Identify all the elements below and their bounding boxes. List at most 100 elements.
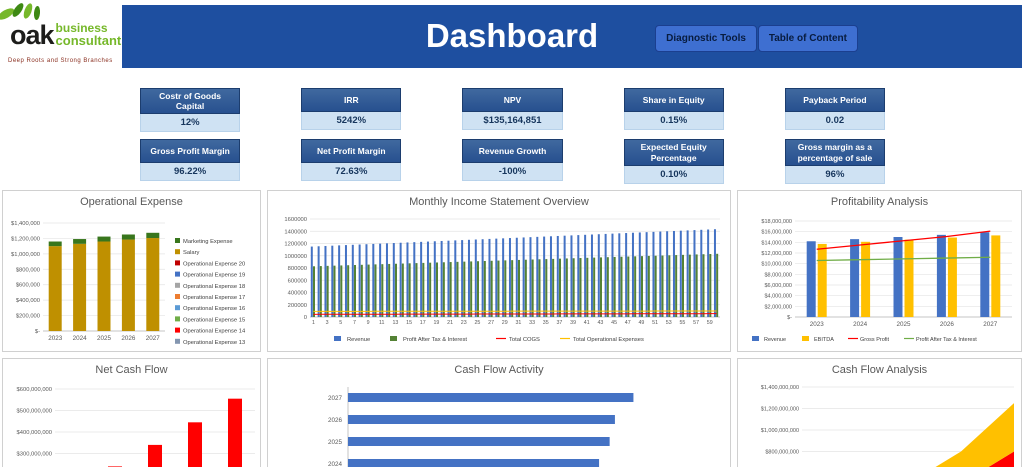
svg-text:55: 55 — [679, 320, 685, 326]
svg-text:2025: 2025 — [896, 321, 911, 328]
kpi-card: NPV $135,164,851 — [462, 88, 563, 132]
svg-text:3: 3 — [326, 320, 329, 326]
kpi-value: 72.63% — [301, 163, 402, 182]
svg-text:15: 15 — [406, 320, 412, 326]
svg-text:1200000: 1200000 — [284, 242, 307, 248]
kpi-label: Net Profit Margin — [301, 139, 402, 164]
svg-text:43: 43 — [597, 320, 603, 326]
svg-text:$1,200,000: $1,200,000 — [11, 236, 40, 242]
kpi-value: 96.22% — [140, 163, 241, 182]
svg-text:Marketing Expense: Marketing Expense — [183, 239, 233, 245]
kpi-label: NPV — [462, 88, 563, 112]
svg-text:11: 11 — [379, 320, 385, 326]
svg-text:5: 5 — [339, 320, 342, 326]
svg-text:$400,000: $400,000 — [16, 298, 40, 304]
svg-text:$2,000,000: $2,000,000 — [764, 304, 792, 310]
kpi-card: Revenue Growth -100% — [462, 139, 563, 183]
table-of-content-button[interactable]: Table of Content — [757, 25, 858, 52]
kpi-value: 0.10% — [623, 165, 724, 184]
header: oak business consultant Deep Roots and S… — [0, 0, 1024, 80]
logo-word-main: oak — [10, 20, 55, 51]
svg-text:53: 53 — [666, 320, 672, 326]
profitability-panel: Profitability Analysis $- $2,000,000 $4,00… — [737, 190, 1022, 352]
monthly-income-chart: 0 200000 400000 600000 800000 1000000 1200000 1… — [284, 217, 720, 343]
svg-text:$6,000,000: $6,000,000 — [764, 283, 792, 289]
kpi-value: 5242% — [301, 112, 402, 130]
chart-title: Operational Expense — [80, 196, 183, 208]
diagnostic-tools-button[interactable]: Diagnostic Tools — [655, 25, 757, 52]
monthly-income-panel: Monthly Income Statement Overview 0 20000… — [267, 190, 731, 352]
chart-title: Monthly Income Statement Overview — [409, 196, 589, 208]
svg-text:$16,000,000: $16,000,000 — [761, 230, 792, 236]
operational-expense-chart: $- $200,000 $400,000 $600,000 $800,000 $1,000… — [11, 221, 246, 346]
svg-text:Revenue: Revenue — [347, 337, 370, 343]
svg-text:0: 0 — [304, 315, 307, 321]
logo: oak business consultant Deep Roots and S… — [0, 2, 122, 74]
net-cash-flow-chart: $-$100,000,000$200,000,000$300,000,000$4… — [17, 387, 255, 467]
svg-text:19: 19 — [433, 320, 439, 326]
svg-text:Gross Profit: Gross Profit — [860, 337, 890, 343]
svg-text:47: 47 — [625, 320, 631, 326]
svg-text:2026: 2026 — [940, 321, 955, 328]
svg-text:17: 17 — [420, 320, 426, 326]
kpi-value: 12% — [140, 114, 241, 133]
svg-text:Revenue: Revenue — [764, 337, 786, 343]
svg-text:Operational Expense 20: Operational Expense 20 — [183, 261, 245, 267]
svg-text:2027: 2027 — [146, 335, 161, 342]
svg-text:33: 33 — [529, 320, 535, 326]
svg-text:27: 27 — [488, 320, 494, 326]
svg-text:49: 49 — [638, 320, 644, 326]
dashboard-page: oak business consultant Deep Roots and S… — [0, 0, 1024, 467]
kpi-label: Gross Profit Margin — [140, 139, 241, 164]
svg-text:13: 13 — [392, 320, 398, 326]
cash-flow-analysis-panel: Cash Flow Analysis $-$200,000,000$400,00… — [737, 358, 1022, 467]
kpi-card: Payback Period 0.02 — [784, 88, 885, 132]
svg-text:37: 37 — [556, 320, 562, 326]
svg-text:$600,000: $600,000 — [16, 283, 40, 289]
kpi-card: Gross Profit Margin 96.22% — [140, 139, 241, 183]
svg-text:57: 57 — [693, 320, 699, 326]
kpi-label: IRR — [301, 88, 402, 112]
logo-tagline: Deep Roots and Strong Branches — [8, 58, 113, 64]
svg-text:1000000: 1000000 — [284, 254, 307, 260]
charts-grid: Operational Expense $- $200,000 $400,000 $6… — [2, 190, 1022, 467]
svg-text:2027: 2027 — [328, 395, 343, 402]
kpi-label: Expected Equity Percentage — [623, 139, 724, 166]
svg-text:Operational Expense 14: Operational Expense 14 — [183, 329, 246, 335]
page-title: Dashboard — [425, 17, 599, 54]
svg-text:2023: 2023 — [810, 321, 825, 328]
svg-text:$200,000: $200,000 — [16, 314, 40, 320]
svg-text:Operational Expense 15: Operational Expense 15 — [183, 317, 245, 323]
svg-text:$4,000,000: $4,000,000 — [764, 294, 792, 300]
svg-text:400000: 400000 — [288, 291, 307, 297]
svg-text:35: 35 — [543, 320, 549, 326]
svg-text:$400,000,000: $400,000,000 — [17, 430, 52, 436]
svg-text:Total COGS: Total COGS — [509, 337, 540, 343]
kpi-card: Net Profit Margin 72.63% — [301, 139, 402, 183]
logo-word-consultant: consultant — [55, 33, 122, 48]
kpi-value: 0.02 — [784, 112, 885, 130]
svg-text:EBITDA: EBITDA — [814, 337, 834, 343]
kpi-label: Revenue Growth — [462, 139, 563, 164]
svg-text:51: 51 — [652, 320, 658, 326]
net-cash-flow-panel: Net Cash Flow $-$100,000,000$200,000,000… — [2, 358, 261, 467]
chart-title: Net Cash Flow — [95, 364, 168, 376]
cash-flow-activity-panel: Cash Flow Activity 20272026202520242023 — [267, 358, 731, 467]
svg-text:23: 23 — [461, 320, 467, 326]
svg-text:21: 21 — [447, 320, 453, 326]
svg-text:2023: 2023 — [48, 335, 63, 342]
svg-text:2025: 2025 — [328, 439, 343, 446]
svg-text:Operational Expense 18: Operational Expense 18 — [183, 284, 245, 290]
svg-text:39: 39 — [570, 320, 576, 326]
kpi-card: Gross margin as a percentage of sale 96% — [784, 139, 885, 184]
svg-text:59: 59 — [707, 320, 713, 326]
cash-flow-activity-chart: 20272026202520242023 — [328, 387, 634, 467]
svg-text:$12,000,000: $12,000,000 — [761, 251, 792, 257]
kpi-label: Costr of Goods Capital — [140, 88, 241, 115]
svg-text:$10,000,000: $10,000,000 — [761, 262, 792, 268]
operational-expense-panel: Operational Expense $- $200,000 $400,000 $6… — [2, 190, 261, 352]
profitability-chart: $- $2,000,000 $4,000,000 $6,000,000 $8,000,0… — [752, 219, 1012, 343]
svg-text:41: 41 — [584, 320, 590, 326]
svg-text:Operational Expense 17: Operational Expense 17 — [183, 295, 245, 301]
svg-text:$-: $- — [35, 329, 40, 335]
